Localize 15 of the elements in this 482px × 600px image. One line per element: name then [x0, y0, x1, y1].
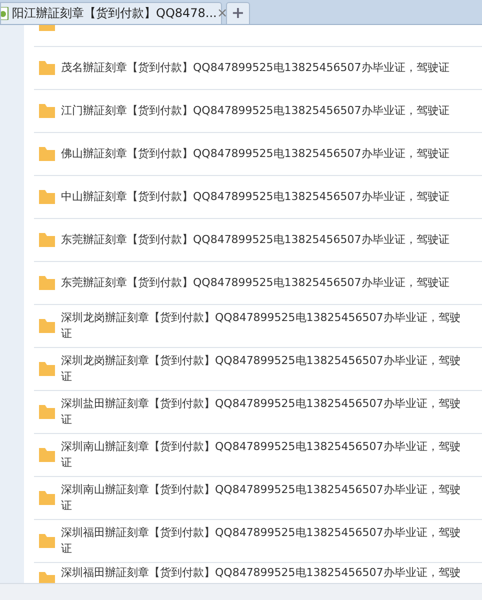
new-tab-button[interactable]: + [226, 2, 250, 24]
thread-title-link[interactable]: 江门辦証刻章【货到付款】QQ847899525电13825456507办毕业证，驾驶证 [61, 103, 471, 119]
thread-title-link[interactable]: 深圳龙岗辦証刻章【货到付款】QQ847899525电13825456507办毕业证，驾驶证 [61, 310, 471, 342]
thread-title-link[interactable]: 深圳盐田辦証刻章【货到付款】QQ847899525电13825456507办毕业证，驾驶证 [61, 396, 471, 428]
thread-title-link[interactable]: 中山辦証刻章【货到付款】QQ847899525电13825456507办毕业证，驾驶证 [61, 189, 471, 205]
thread-title-link[interactable]: 深圳福田辦証刻章【货到付款】QQ847899525电13825456507办毕业证，驾驶证 [61, 525, 471, 557]
thread-title-link[interactable]: 茂名辦証刻章【货到付款】QQ847899525电13825456507办毕业证，驾驶证 [61, 60, 471, 76]
thread-title-link[interactable]: 东莞辦証刻章【货到付款】QQ847899525电13825456507办毕业证，驾驶证 [61, 275, 471, 291]
thread-title-link[interactable]: 深圳南山辦証刻章【货到付款】QQ847899525电13825456507办毕业证，驾驶证 [61, 439, 471, 471]
tab-title: 阳江辦証刻章【货到付款】QQ8478... [12, 5, 217, 22]
thread-title-link[interactable]: 佛山辦証刻章【货到付款】QQ847899525电13825456507办毕业证，驾驶证 [61, 146, 471, 162]
thread-title-link[interactable]: 深圳南山辦証刻章【货到付款】QQ847899525电13825456507办毕业证，驾驶证 [61, 482, 471, 514]
thread-title-link[interactable]: 东莞辦証刻章【货到付款】QQ847899525电13825456507办毕业证，驾驶证 [61, 232, 471, 248]
thread-title-link[interactable]: 深圳龙岗辦証刻章【货到付款】QQ847899525电13825456507办毕业证，驾驶证 [61, 353, 471, 385]
thread-title-link[interactable]: 深圳福田辦証刻章【货到付款】QQ847899525电13825456507办毕业证，驾驶 [61, 565, 471, 581]
